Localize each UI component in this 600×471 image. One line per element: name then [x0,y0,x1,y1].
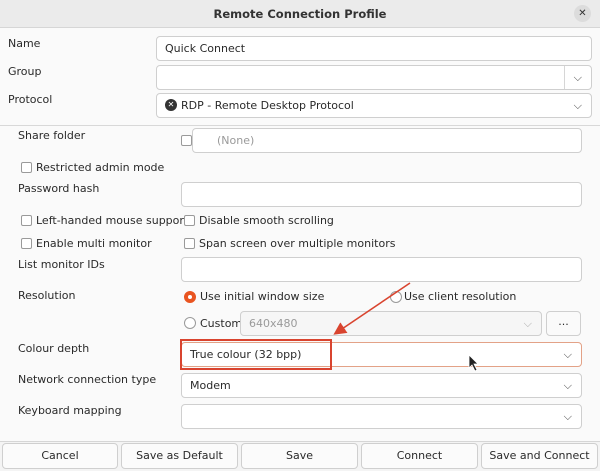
share-folder-label: Share folder [18,129,86,142]
chevron-down-icon: ⌵ [563,410,572,423]
share-folder-checkbox[interactable] [181,135,192,146]
disable-smooth-label: Disable smooth scrolling [199,214,334,227]
chevron-down-icon[interactable]: ⌵ [574,71,582,85]
protocol-label: Protocol [8,93,53,106]
chevron-down-icon: ⌵ [523,317,532,330]
save-and-connect-button[interactable]: Save and Connect [481,443,598,469]
multi-monitor-checkbox[interactable] [21,238,32,249]
res-more-button[interactable]: ... [546,311,581,336]
rdp-protocol-icon: ✕ [165,99,177,111]
res-custom-label: Custom [200,317,243,330]
share-folder-value: (None) [217,134,255,147]
group-combo[interactable]: ⌵ [156,65,592,90]
span-screen-label: Span screen over multiple monitors [199,237,396,250]
network-type-value: Modem [190,379,231,392]
network-type-select[interactable]: Modem ⌵ [181,373,582,398]
res-initial-radio[interactable] [184,291,196,303]
res-client-radio[interactable] [390,291,402,303]
restricted-admin-label: Restricted admin mode [36,161,165,174]
protocol-select[interactable]: ✕ RDP - Remote Desktop Protocol ⌵ [156,93,592,118]
cancel-button[interactable]: Cancel [2,443,118,469]
list-monitor-label: List monitor IDs [18,258,105,271]
name-label: Name [8,37,41,50]
close-icon: ✕ [578,8,587,19]
res-custom-value: 640x480 [249,317,298,330]
disable-smooth-checkbox[interactable] [184,215,195,226]
network-type-label: Network connection type [18,373,157,386]
list-monitor-input[interactable] [181,257,582,282]
name-input[interactable]: Quick Connect [156,36,592,61]
save-as-default-button[interactable]: Save as Default [121,443,238,469]
keyboard-mapping-label: Keyboard mapping [18,404,122,417]
save-button[interactable]: Save [241,443,358,469]
res-custom-select[interactable]: 640x480 ⌵ [240,311,542,336]
res-initial-label: Use initial window size [200,290,325,303]
res-client-label: Use client resolution [404,290,517,303]
resolution-label: Resolution [18,289,76,302]
multi-monitor-label: Enable multi monitor [36,237,152,250]
left-handed-checkbox[interactable] [21,215,32,226]
res-custom-radio[interactable] [184,317,196,329]
group-label: Group [8,65,42,78]
title-bar: Remote Connection Profile ✕ [0,0,600,28]
restricted-admin-checkbox[interactable] [21,162,32,173]
chevron-down-icon: ⌵ [563,379,572,392]
section-divider [0,125,600,126]
close-button[interactable]: ✕ [574,5,591,22]
password-hash-label: Password hash [18,182,100,195]
chevron-down-icon: ⌵ [573,99,582,112]
connect-button[interactable]: Connect [361,443,478,469]
span-screen-checkbox[interactable] [184,238,195,249]
keyboard-mapping-select[interactable]: ⌵ [181,404,582,429]
password-hash-input[interactable] [181,182,582,207]
colour-depth-label: Colour depth [18,342,90,355]
chevron-down-icon: ⌵ [563,348,572,361]
group-combo-separator [564,66,565,89]
name-value: Quick Connect [165,42,246,55]
window-title: Remote Connection Profile [213,7,387,21]
share-folder-select[interactable]: (None) [192,128,582,153]
left-handed-label: Left-handed mouse support [36,214,189,227]
protocol-value: RDP - Remote Desktop Protocol [181,99,354,112]
annotation-highlight-box [180,339,332,370]
